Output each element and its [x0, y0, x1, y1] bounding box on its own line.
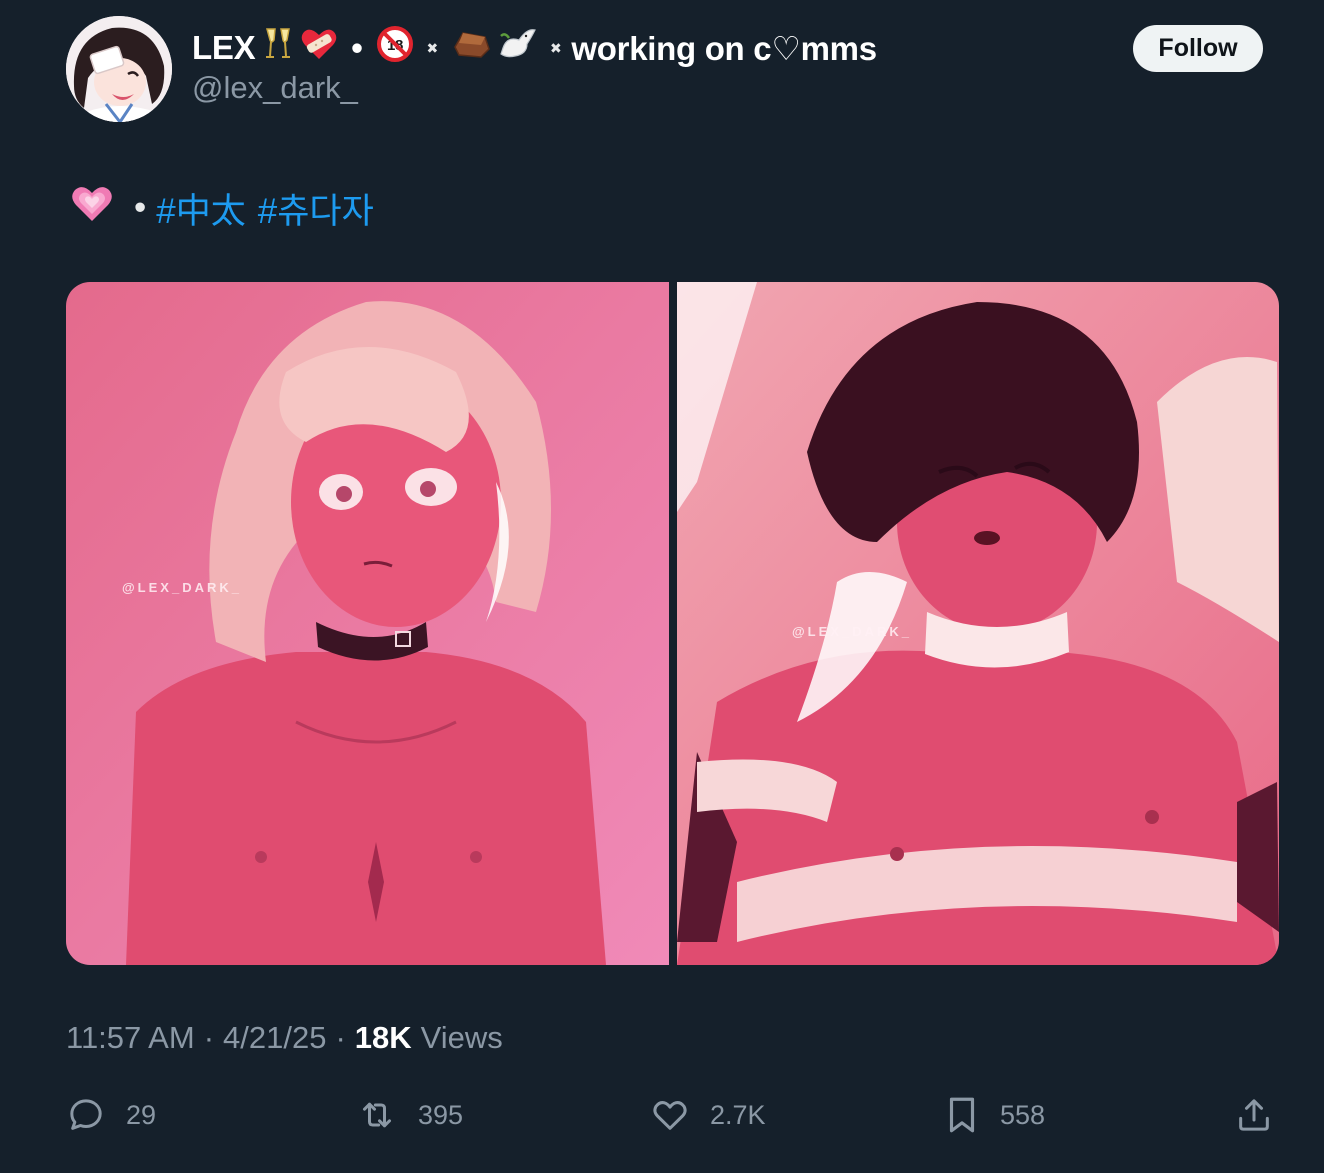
bookmark-icon [949, 1097, 975, 1133]
views-count: 18K [354, 1020, 412, 1055]
meta-separator: · [335, 1020, 346, 1055]
reply-button[interactable]: 29 [66, 1093, 156, 1137]
bookmark-button[interactable]: 558 [944, 1093, 1045, 1137]
avatar-illustration [66, 16, 172, 122]
tweet-meta: 11:57 AM · 4/21/25 · 18K Views [66, 1016, 503, 1060]
clinking-glasses-icon [262, 26, 294, 70]
author-handle[interactable]: @lex_dark_ [192, 70, 358, 106]
tweet-text: • #中太 #츄다자 [68, 184, 386, 232]
tweet-date[interactable]: 4/21/25 [223, 1020, 326, 1056]
display-name-text: LEX [192, 29, 256, 66]
author-avatar[interactable] [66, 16, 172, 122]
sparkle-separator-icon-2: ✖ [549, 39, 562, 56]
hashtag-link[interactable]: #中太 [156, 183, 245, 234]
reply-icon [70, 1099, 102, 1130]
pink-heart-icon [71, 184, 113, 233]
sparkle-separator-icon: ✖ [426, 39, 439, 56]
no-under-18-icon: 18 [376, 25, 414, 71]
repost-icon [363, 1102, 391, 1128]
reply-count: 29 [126, 1099, 157, 1130]
media-image-left[interactable]: @LEX_DARK_ [66, 282, 669, 965]
watermark-left: @LEX_DARK_ [122, 580, 242, 595]
repost-button[interactable]: 395 [356, 1093, 463, 1137]
author-display-name[interactable]: LEX • 18 ✖ [192, 26, 877, 70]
name-separator: • [351, 29, 363, 66]
repost-count: 395 [418, 1099, 464, 1130]
coffin-icon [451, 27, 491, 69]
media-image-right[interactable]: @LEX_DARK_ [677, 282, 1279, 965]
meta-separator: · [203, 1020, 215, 1055]
share-icon [1239, 1099, 1269, 1131]
follow-button[interactable]: Follow [1133, 25, 1263, 72]
watermark-right: @LEX_DARK_ [792, 624, 912, 639]
views-label: Views [420, 1020, 503, 1055]
tweet-time[interactable]: 11:57 AM [66, 1020, 195, 1056]
mending-heart-icon [300, 26, 338, 70]
bookmark-count: 558 [1000, 1099, 1046, 1130]
tweet-media: @LEX_DARK_ @LEX_DARK_ [66, 282, 1279, 965]
hashtag-link[interactable]: #츄다자 [258, 183, 374, 234]
share-button[interactable] [1234, 1093, 1274, 1137]
like-button[interactable]: 2.7K [650, 1093, 766, 1137]
dove-icon [497, 26, 537, 70]
tweet-separator: • [134, 188, 147, 227]
author-bio-tag: working on c♡mms [571, 29, 877, 67]
like-count: 2.7K [710, 1099, 766, 1130]
heart-icon [653, 1101, 687, 1130]
